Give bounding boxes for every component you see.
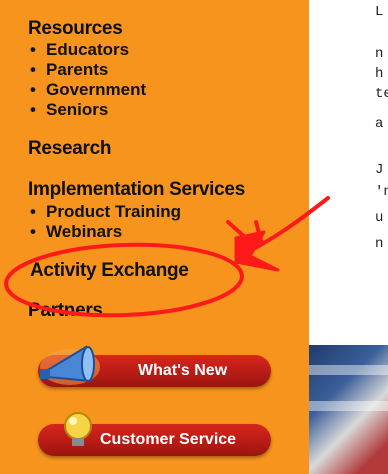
- nav-activity-exchange[interactable]: Activity Exchange: [30, 260, 189, 282]
- nav-item-label: Educators: [46, 40, 130, 59]
- text-fragment: L: [375, 4, 384, 20]
- bullet: •: [30, 222, 36, 241]
- text-fragment: 'n: [375, 184, 388, 200]
- nav-item-government[interactable]: • Government: [30, 80, 146, 100]
- nav-item-educators[interactable]: • Educators: [30, 40, 129, 60]
- text-fragment: u: [375, 210, 384, 226]
- nav-item-label: Seniors: [46, 100, 109, 119]
- nav-item-webinars[interactable]: • Webinars: [30, 222, 122, 242]
- nav-implementation-services[interactable]: Implementation Services: [28, 179, 245, 201]
- bullet: •: [30, 100, 36, 119]
- text-fragment: n: [375, 46, 384, 62]
- bullet: •: [30, 202, 36, 221]
- photo-detail: [309, 365, 388, 375]
- customer-service-button[interactable]: Customer Service: [38, 412, 271, 456]
- text-fragment: h: [375, 66, 384, 82]
- bullet: •: [30, 40, 36, 59]
- photo-detail: [309, 401, 388, 411]
- nav-item-parents[interactable]: • Parents: [30, 60, 108, 80]
- nav-item-label: Government: [46, 80, 147, 99]
- text-fragment: te: [375, 86, 388, 102]
- nav-item-label: Product Training: [46, 202, 182, 221]
- bullet: •: [30, 80, 36, 99]
- nav-item-seniors[interactable]: • Seniors: [30, 100, 108, 120]
- right-text-column: L n h te a J 'n u n: [309, 0, 388, 345]
- nav-item-label: Parents: [46, 60, 109, 79]
- text-fragment: J: [375, 162, 384, 178]
- nav-item-product-training[interactable]: • Product Training: [30, 202, 181, 222]
- nav-research[interactable]: Research: [28, 138, 111, 160]
- text-fragment: a: [375, 116, 384, 132]
- nav-resources[interactable]: Resources: [28, 18, 123, 40]
- nav-partners[interactable]: Partners: [28, 300, 103, 322]
- photo-image: [309, 345, 388, 474]
- megaphone-icon: [40, 345, 100, 385]
- customer-service-label: Customer Service: [100, 431, 237, 448]
- bullet: •: [30, 60, 36, 79]
- whats-new-button[interactable]: What's New: [38, 345, 271, 387]
- text-fragment: n: [375, 236, 384, 252]
- nav-item-label: Webinars: [46, 222, 123, 241]
- whats-new-label: What's New: [138, 362, 228, 379]
- lightbulb-icon: [64, 412, 92, 446]
